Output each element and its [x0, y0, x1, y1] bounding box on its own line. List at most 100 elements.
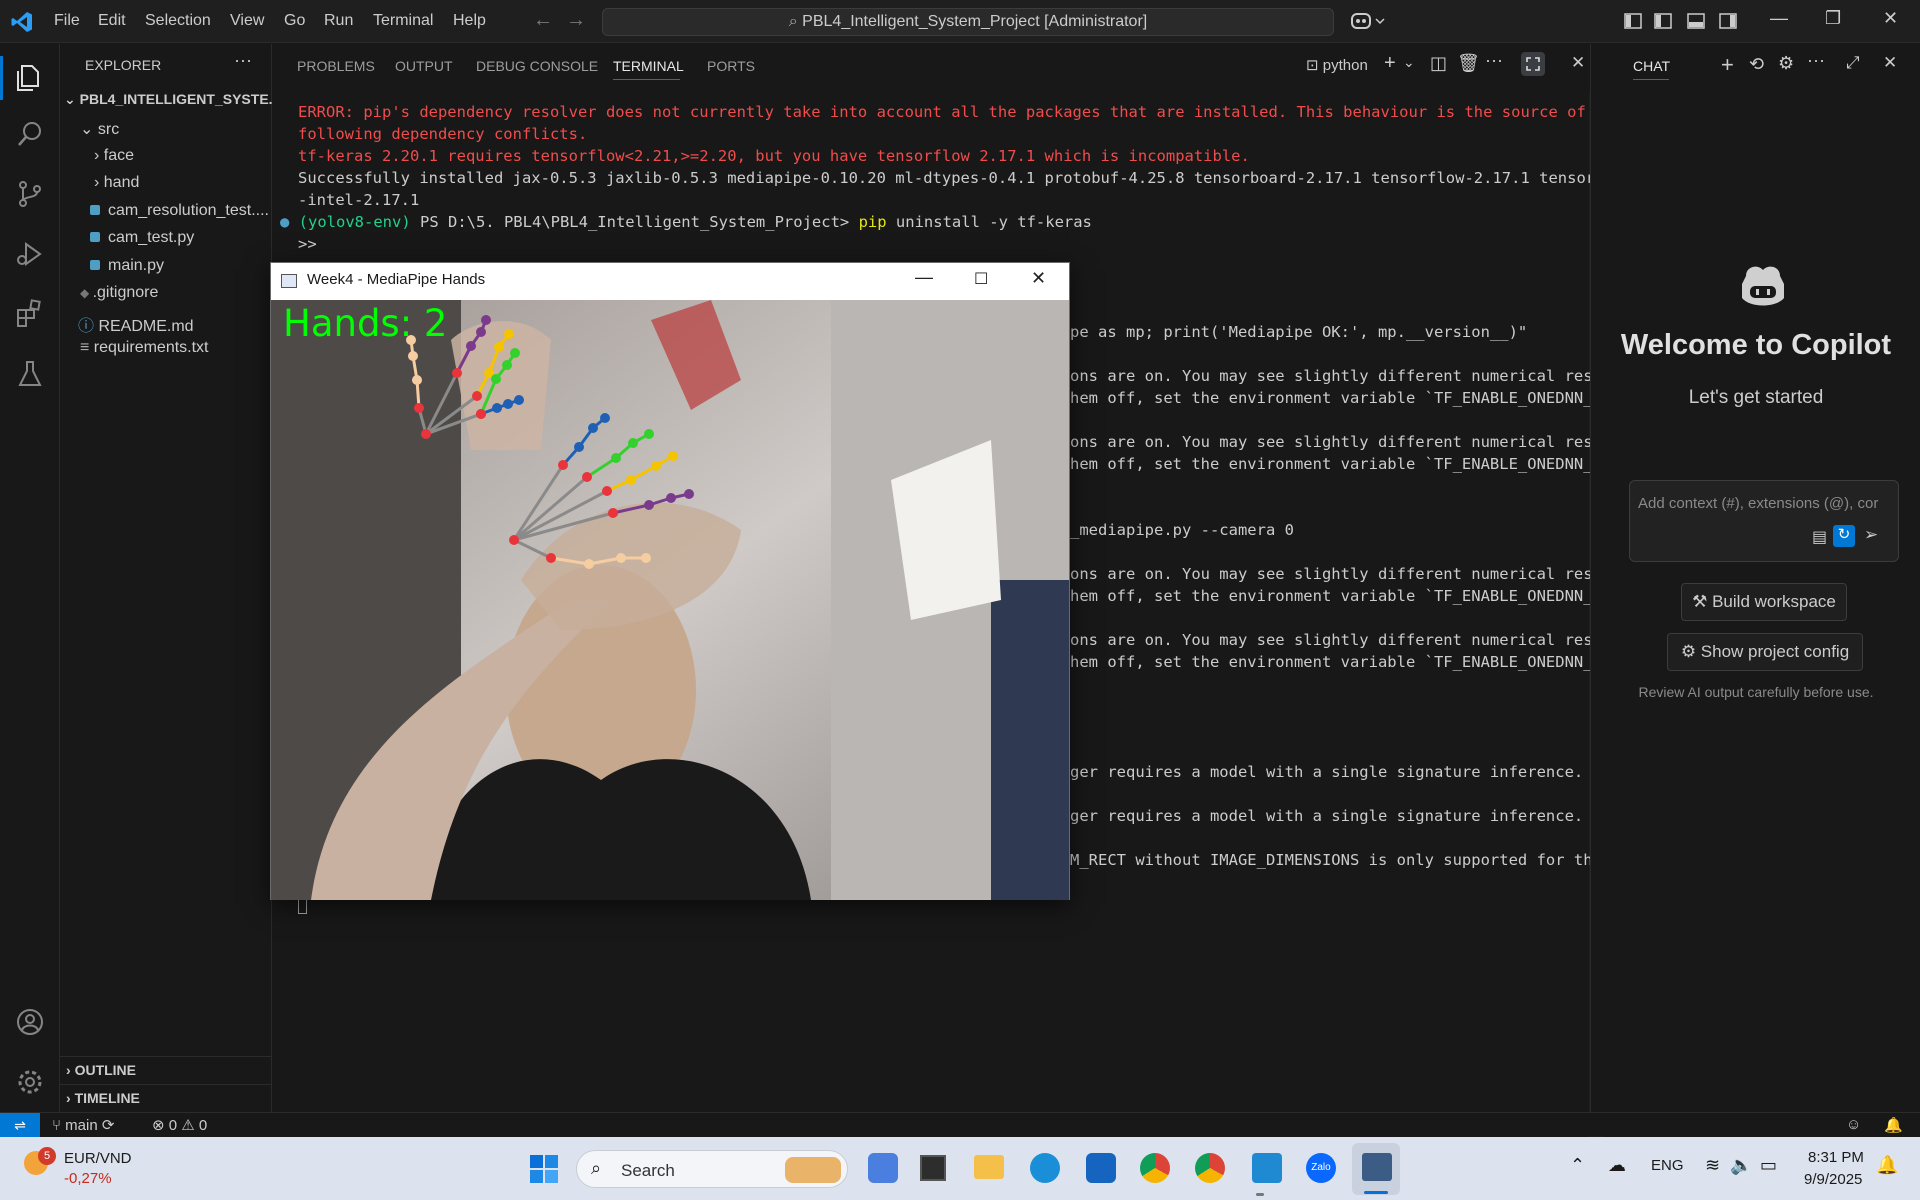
- vscode-taskbar-icon[interactable]: [1252, 1153, 1282, 1183]
- new-terminal-icon[interactable]: +: [1384, 52, 1396, 75]
- onedrive-icon[interactable]: ☁: [1608, 1155, 1626, 1176]
- trash-icon[interactable]: 🗑: [1457, 53, 1480, 74]
- accounts-icon[interactable]: [14, 1006, 46, 1038]
- volume-icon[interactable]: 🔈: [1730, 1155, 1752, 1176]
- toggle-sidebar-icon[interactable]: [1653, 11, 1673, 31]
- copilot-status-icon[interactable]: ☺: [1846, 1116, 1861, 1133]
- taskbar-search-box[interactable]: ⌕ Search: [576, 1150, 848, 1188]
- terminal-profile[interactable]: ⊡ python: [1306, 56, 1368, 74]
- notifications-bell-icon[interactable]: 🔔: [1884, 1116, 1903, 1134]
- folder-face[interactable]: › face: [94, 147, 134, 165]
- maximize-icon[interactable]: ⤢: [1846, 53, 1860, 73]
- file-gitignore[interactable]: ◆ .gitignore: [80, 284, 158, 302]
- file-explorer-icon[interactable]: [974, 1155, 1004, 1179]
- close-window-icon[interactable]: ✕: [1883, 8, 1898, 29]
- zalo-app-icon[interactable]: Zalo: [1306, 1153, 1336, 1183]
- close-panel-icon[interactable]: ✕: [1571, 53, 1585, 73]
- attach-icon[interactable]: ▤: [1812, 527, 1827, 547]
- toggle-secondary-sidebar-icon[interactable]: [1718, 11, 1738, 31]
- settings-gear-icon[interactable]: [14, 1066, 46, 1098]
- forward-arrow-icon[interactable]: →: [566, 9, 586, 32]
- menu-help[interactable]: Help: [453, 12, 486, 30]
- restore-window-icon[interactable]: ❐: [1825, 8, 1841, 29]
- folder-src[interactable]: ⌄ src: [80, 119, 119, 139]
- tab-ports[interactable]: PORTS: [707, 58, 755, 74]
- maximize-panel-icon[interactable]: [1521, 52, 1545, 76]
- history-icon[interactable]: ⟲: [1749, 54, 1764, 75]
- microsoft-store-icon[interactable]: [1086, 1153, 1116, 1183]
- landmark-point: [651, 461, 661, 471]
- menu-run[interactable]: Run: [324, 12, 353, 30]
- minimize-window-icon[interactable]: —: [1770, 8, 1788, 29]
- tab-output[interactable]: OUTPUT: [395, 58, 453, 74]
- tab-debug-console[interactable]: DEBUG CONSOLE: [476, 58, 598, 74]
- file-requirements[interactable]: ≡ requirements.txt: [80, 339, 209, 357]
- show-project-config-button[interactable]: ⚙ Show project config: [1667, 633, 1863, 671]
- windows-start-icon[interactable]: [529, 1154, 559, 1184]
- minimize-window-icon[interactable]: —: [915, 267, 933, 288]
- workspace-root[interactable]: ⌄ PBL4_INTELLIGENT_SYSTE...: [64, 91, 280, 108]
- chat-tab[interactable]: CHAT: [1633, 58, 1670, 74]
- chrome-profile-icon[interactable]: [1195, 1153, 1225, 1183]
- file-readme[interactable]: ⓘ README.md: [78, 312, 194, 336]
- command-center-search[interactable]: ⌕ PBL4_Intelligent_System_Project [Admin…: [602, 8, 1334, 36]
- menu-go[interactable]: Go: [284, 12, 305, 30]
- outline-section[interactable]: › OUTLINE: [66, 1062, 136, 1078]
- tray-overflow-chevron-icon[interactable]: ⌃: [1570, 1155, 1585, 1176]
- python-window-icon[interactable]: [1362, 1153, 1392, 1181]
- more-actions-icon[interactable]: ···: [1485, 50, 1503, 71]
- clock-date[interactable]: 9/9/2025: [1804, 1171, 1862, 1188]
- customize-layout-icon[interactable]: [1623, 11, 1643, 31]
- branch-status[interactable]: ⑂ main ⟳: [52, 1116, 114, 1134]
- close-window-icon[interactable]: ✕: [1031, 268, 1046, 289]
- back-arrow-icon[interactable]: ←: [533, 9, 553, 32]
- task-view-icon[interactable]: [920, 1155, 946, 1181]
- source-control-icon[interactable]: [14, 178, 46, 210]
- more-actions-icon[interactable]: ···: [234, 50, 252, 71]
- file-cam-test[interactable]: cam_test.py: [90, 229, 194, 247]
- explorer-icon[interactable]: [14, 62, 46, 94]
- tab-terminal[interactable]: TERMINAL: [613, 58, 684, 74]
- timeline-section[interactable]: › TIMELINE: [66, 1090, 140, 1106]
- edge-browser-icon[interactable]: [1030, 1153, 1060, 1183]
- send-icon[interactable]: ➢: [1864, 525, 1878, 545]
- menu-file[interactable]: File: [54, 12, 80, 30]
- mediapipe-camera-window[interactable]: Week4 - MediaPipe Hands — ☐ ✕ Hands: 2: [270, 262, 1070, 900]
- agent-mode-icon[interactable]: ↻: [1833, 525, 1855, 547]
- chevron-down-icon[interactable]: ⌄: [1403, 54, 1415, 71]
- tab-problems[interactable]: PROBLEMS: [297, 58, 375, 74]
- terminal-line: ons are on. You may see slightly differe…: [1070, 565, 1612, 583]
- search-icon[interactable]: [14, 118, 46, 150]
- problems-status[interactable]: ⊗ 0 ⚠ 0: [152, 1116, 207, 1134]
- file-main[interactable]: main.py: [90, 257, 164, 275]
- menu-selection[interactable]: Selection: [145, 12, 211, 30]
- testing-flask-icon[interactable]: [14, 358, 46, 390]
- battery-icon[interactable]: ▭: [1760, 1155, 1777, 1176]
- file-cam-resolution[interactable]: cam_resolution_test....: [90, 202, 269, 220]
- clock-time[interactable]: 8:31 PM: [1808, 1149, 1864, 1166]
- settings-gear-icon[interactable]: ⚙: [1778, 53, 1794, 74]
- run-debug-icon[interactable]: [14, 238, 46, 270]
- split-terminal-icon[interactable]: ◫: [1430, 53, 1447, 74]
- folder-hand[interactable]: › hand: [94, 174, 139, 192]
- build-workspace-button[interactable]: ⚒ Build workspace: [1681, 583, 1847, 621]
- active-tab-underline: [1633, 79, 1669, 80]
- notification-bell-icon[interactable]: 🔔: [1876, 1155, 1898, 1176]
- copilot-app-icon[interactable]: [868, 1153, 898, 1183]
- wifi-icon[interactable]: ≋: [1705, 1155, 1720, 1176]
- landmark-point: [472, 391, 482, 401]
- chat-input-box[interactable]: Add context (#), extensions (@), cor ▤ ↻…: [1629, 480, 1899, 562]
- menu-edit[interactable]: Edit: [98, 12, 126, 30]
- menu-terminal[interactable]: Terminal: [373, 12, 433, 30]
- remote-indicator-icon[interactable]: ⇌: [0, 1113, 40, 1137]
- menu-view[interactable]: View: [230, 12, 264, 30]
- new-chat-icon[interactable]: +: [1721, 52, 1734, 78]
- toggle-panel-icon[interactable]: [1686, 11, 1706, 31]
- close-icon[interactable]: ✕: [1883, 53, 1897, 73]
- extensions-icon[interactable]: [14, 298, 46, 330]
- chrome-browser-icon[interactable]: [1140, 1153, 1170, 1183]
- more-actions-icon[interactable]: ···: [1807, 50, 1825, 71]
- maximize-window-icon[interactable]: ☐: [974, 269, 988, 289]
- language-indicator[interactable]: ENG: [1651, 1157, 1684, 1174]
- copilot-icon[interactable]: [1350, 11, 1386, 31]
